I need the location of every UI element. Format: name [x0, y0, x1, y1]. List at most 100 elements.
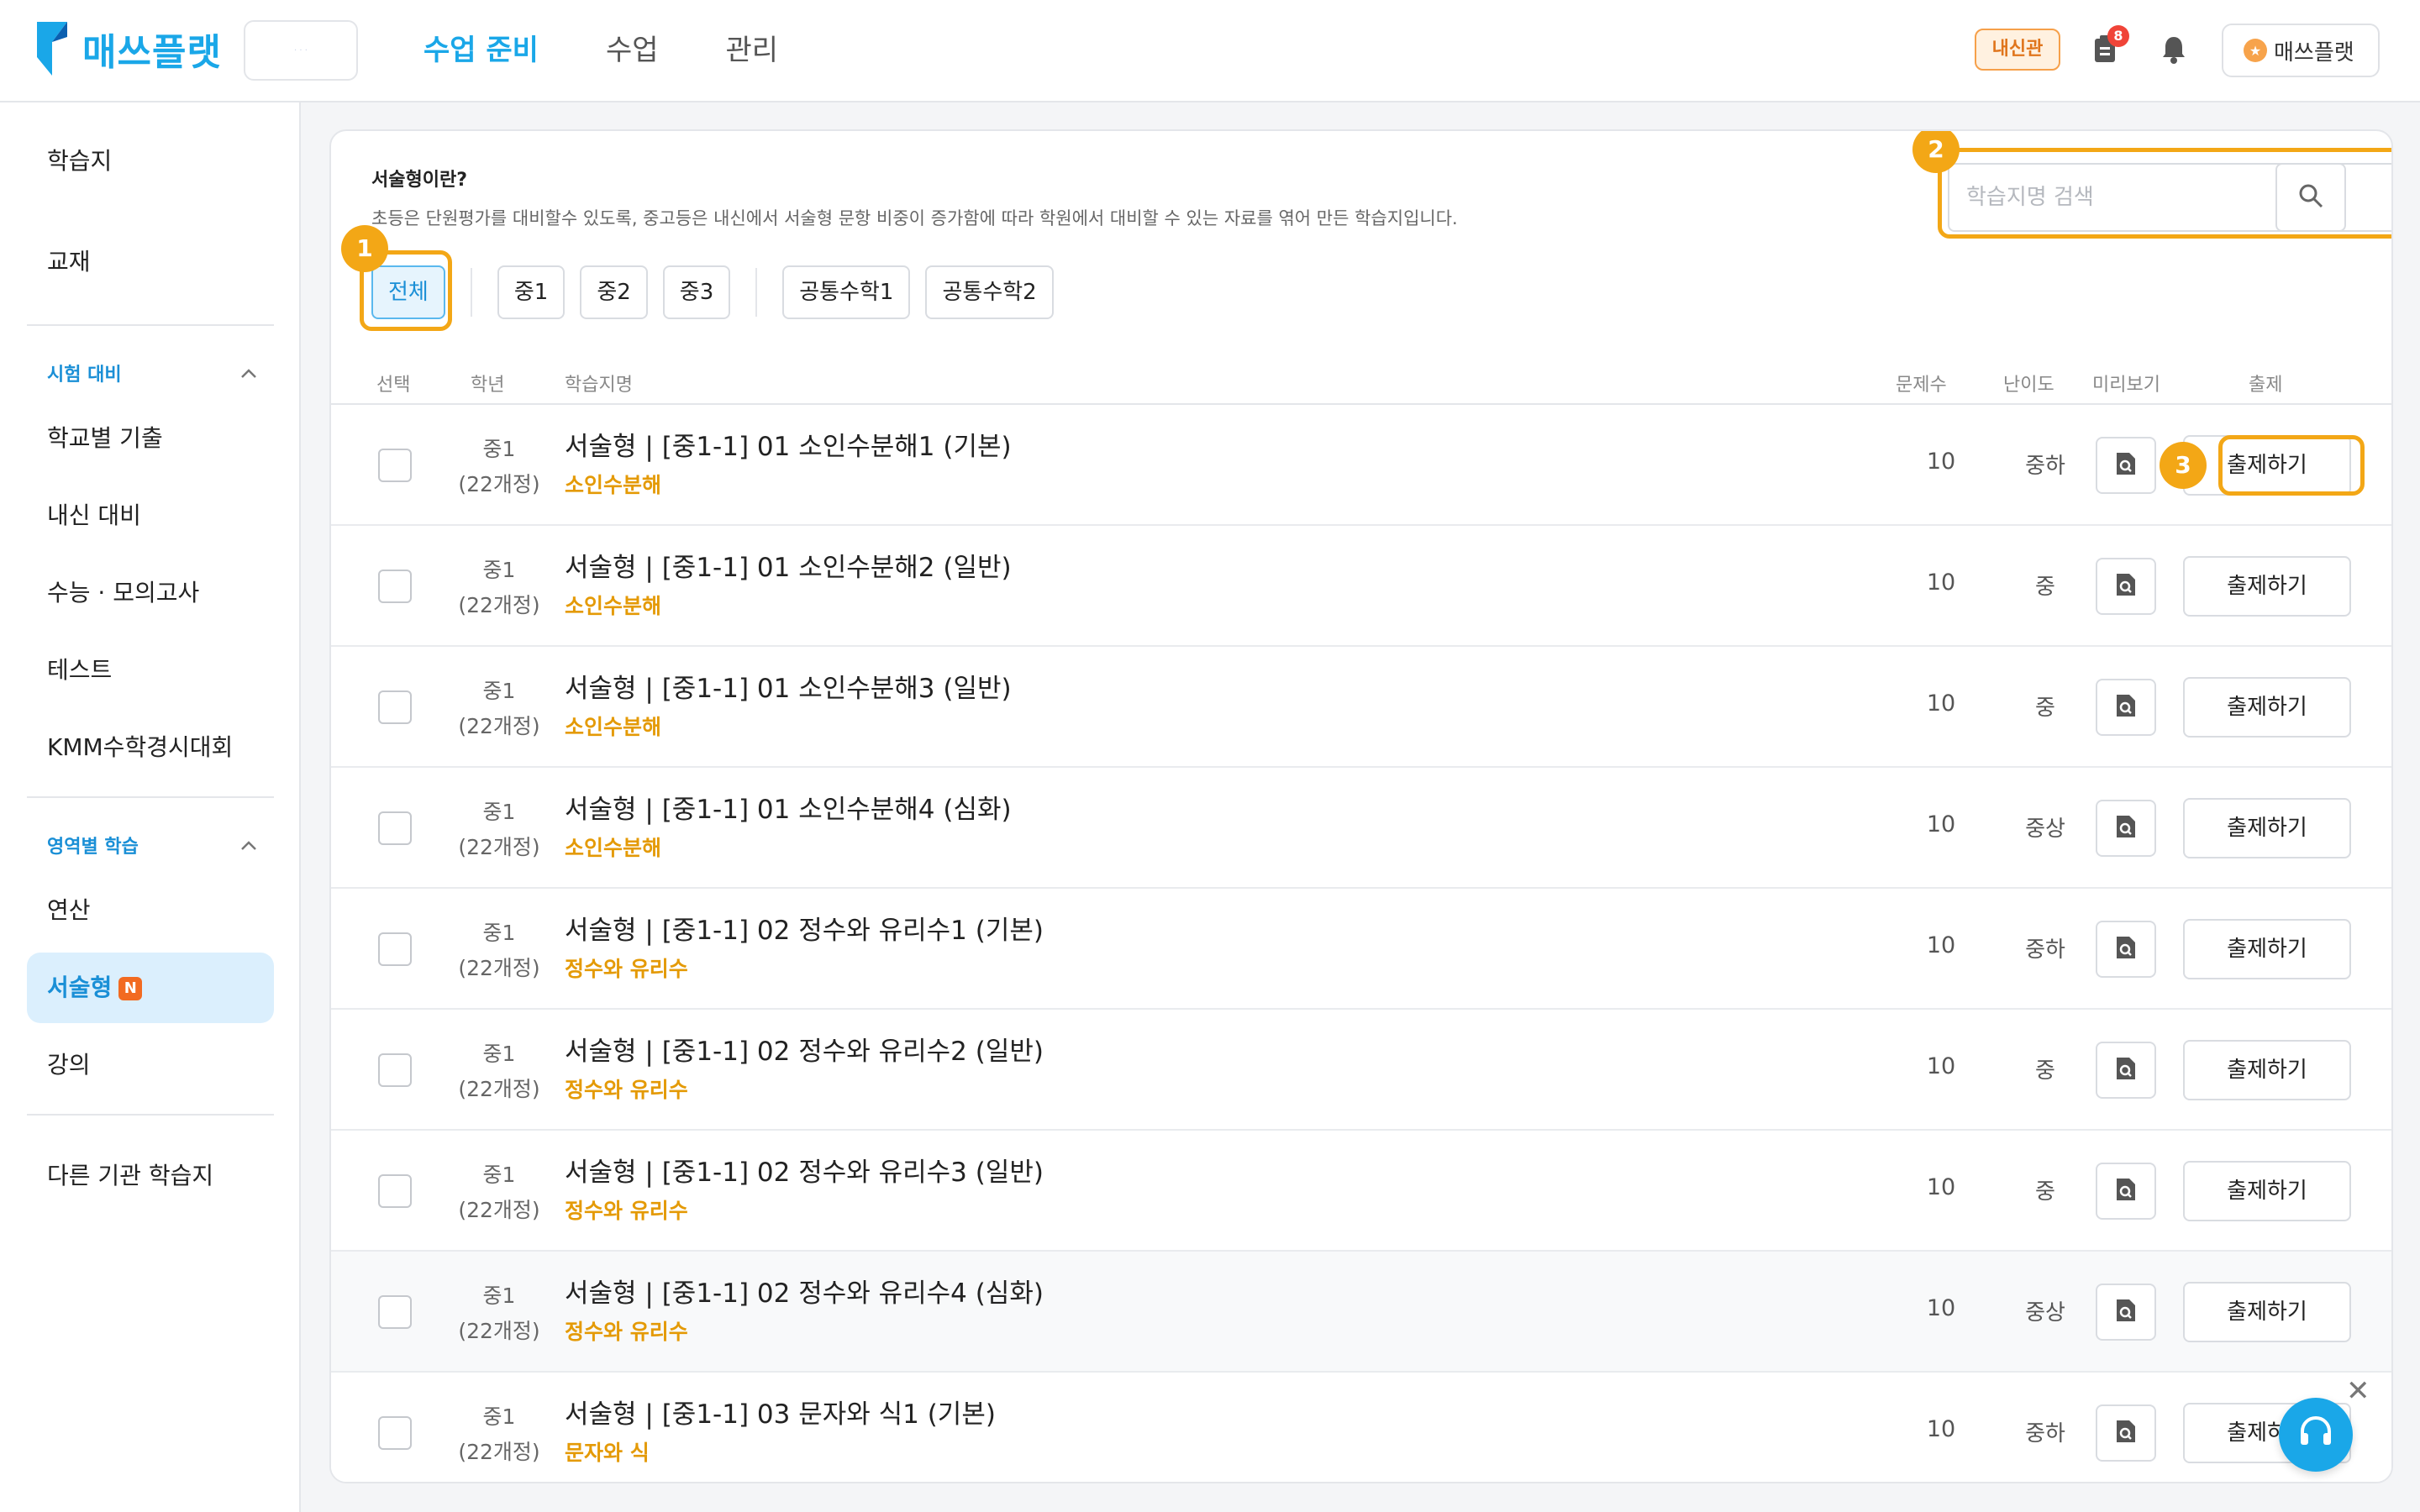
row-checkbox[interactable] [378, 811, 412, 845]
assign-button[interactable]: 출제하기 [2183, 1040, 2351, 1100]
filter-bar: 전체 중1 중2 중3 공통수학1 공통수학2 [371, 265, 1069, 319]
worksheet-panel: 서술형이란? 초등은 단원평가를 대비할수 있도록, 중고등은 내신에서 서술형… [329, 129, 2393, 1483]
row-title[interactable]: 서술형 | [중1-1] 02 정수와 유리수3 (일반) [565, 1151, 1044, 1189]
col-select: 선택 [376, 375, 411, 396]
sidebar-item-mock-exam[interactable]: 수능 · 모의고사 [27, 558, 274, 628]
sidebar-item-textbook[interactable]: 교재 [27, 227, 274, 297]
sidebar-item-calc[interactable]: 연산 [27, 875, 274, 946]
row-count: 10 [1926, 932, 1956, 958]
callout-highlight-3 [2218, 435, 2365, 496]
table-row[interactable]: 중1 (22개정) 서술형 | [중1-1] 01 소인수분해4 (심화) 소인수… [331, 768, 2391, 889]
preview-button[interactable] [2096, 679, 2156, 736]
col-count: 문제수 [1896, 375, 1947, 396]
row-title[interactable]: 서술형 | [중1-1] 02 정수와 유리수4 (심화) [565, 1272, 1044, 1310]
row-title[interactable]: 서술형 | [중1-1] 02 정수와 유리수2 (일반) [565, 1030, 1044, 1068]
row-level: 중 [2035, 696, 2055, 721]
document-notification-button[interactable]: 8 [2084, 25, 2129, 72]
sidebar-item-kmm[interactable]: KMM수학경시대회 [27, 712, 274, 783]
row-count: 10 [1926, 811, 1956, 837]
sidebar-group-domain[interactable]: 영역별 학습 [47, 828, 257, 862]
preview-button[interactable] [2096, 1284, 2156, 1341]
row-title[interactable]: 서술형 | [중1-1] 01 소인수분해2 (일반) [565, 546, 1012, 584]
sidebar-item-naesin[interactable]: 내신 대비 [27, 480, 274, 551]
sidebar-item-descriptive[interactable]: 서술형 N [27, 953, 274, 1023]
preview-icon [2115, 451, 2137, 480]
row-title[interactable]: 서술형 | [중1-1] 01 소인수분해4 (심화) [565, 788, 1012, 826]
table-row[interactable]: 중1 (22개정) 서술형 | [중1-1] 02 정수와 유리수4 (심화) 정… [331, 1252, 2391, 1373]
assign-button[interactable]: 출제하기 [2183, 1282, 2351, 1342]
filter-grade-1[interactable]: 중1 [497, 265, 566, 319]
table-row[interactable]: 중1 (22개정) 서술형 | [중1-1] 01 소인수분해2 (일반) 소인수… [331, 526, 2391, 647]
preview-icon [2115, 572, 2137, 601]
preview-button[interactable] [2096, 558, 2156, 615]
row-topic: 소인수분해 [565, 473, 662, 497]
assign-button[interactable]: 출제하기 [2183, 798, 2351, 858]
col-level: 난이도 [2003, 375, 2054, 396]
preview-button[interactable] [2096, 1042, 2156, 1099]
bell-button[interactable] [2153, 30, 2195, 72]
filter-common-math-1[interactable]: 공통수학1 [782, 265, 911, 319]
nav-item-class[interactable]: 수업 [606, 25, 659, 76]
brand-name: 매쓰플랫 [82, 31, 222, 74]
row-count: 10 [1926, 1295, 1956, 1321]
naesin-badge[interactable]: 내신관 [1975, 29, 2060, 71]
preview-icon [2115, 693, 2137, 722]
row-grade: 중1 (22개정) [458, 921, 540, 980]
sidebar-item-test[interactable]: 테스트 [27, 635, 274, 706]
row-checkbox[interactable] [378, 449, 412, 482]
row-topic: 정수와 유리수 [565, 1078, 688, 1102]
user-menu-button[interactable]: ★ 매쓰플랫 [2222, 24, 2380, 77]
nav-item-manage[interactable]: 관리 [726, 25, 779, 76]
preview-button[interactable] [2096, 921, 2156, 978]
row-grade: 중1 (22개정) [458, 1042, 540, 1101]
row-checkbox[interactable] [378, 690, 412, 724]
row-title[interactable]: 서술형 | [중1-1] 03 문자와 식1 (기본) [565, 1393, 996, 1431]
table-row[interactable]: 중1 (22개정) 서술형 | [중1-1] 02 정수와 유리수2 (일반) 정… [331, 1010, 2391, 1131]
table-row[interactable]: 중1 (22개정) 서술형 | [중1-1] 03 문자와 식1 (기본) 문자와… [331, 1373, 2391, 1482]
close-icon[interactable]: ✕ [2346, 1374, 2370, 1408]
preview-button[interactable] [2096, 1404, 2156, 1462]
sidebar-group-exam[interactable]: 시험 대비 [47, 356, 257, 390]
preview-icon [2115, 935, 2137, 963]
sidebar-item-other-org[interactable]: 다른 기관 학습지 [27, 1141, 274, 1211]
row-title[interactable]: 서술형 | [중1-1] 02 정수와 유리수1 (기본) [565, 909, 1044, 947]
row-grade: 중1 (22개정) [458, 1284, 540, 1343]
table-row[interactable]: 중1 (22개정) 서술형 | [중1-1] 01 소인수분해1 (기본) 소인수… [331, 405, 2391, 526]
row-grade: 중1 (22개정) [458, 679, 540, 738]
brand-logo[interactable]: 매쓰플랫 [37, 22, 222, 76]
row-checkbox[interactable] [378, 1053, 412, 1087]
row-checkbox[interactable] [378, 1295, 412, 1329]
assign-button[interactable]: 출제하기 [2183, 556, 2351, 617]
filter-grade-3[interactable]: 중3 [662, 265, 731, 319]
row-level: 중 [2035, 1179, 2055, 1205]
filter-common-math-2[interactable]: 공통수학2 [925, 265, 1054, 319]
row-level: 중하 [2025, 937, 2065, 963]
user-name: 매쓰플랫 [2274, 39, 2354, 66]
preview-button[interactable] [2096, 1163, 2156, 1220]
assign-button[interactable]: 출제하기 [2183, 677, 2351, 738]
row-checkbox[interactable] [378, 570, 412, 603]
callout-number-3: 3 [2160, 442, 2207, 489]
assign-button[interactable]: 출제하기 [2183, 919, 2351, 979]
preview-button[interactable] [2096, 800, 2156, 857]
sidebar-item-lecture[interactable]: 강의 [27, 1030, 274, 1100]
assign-button[interactable]: 출제하기 [2183, 1161, 2351, 1221]
help-chat-button[interactable] [2279, 1398, 2353, 1472]
row-title[interactable]: 서술형 | [중1-1] 01 소인수분해1 (기본) [565, 425, 1012, 463]
table-row[interactable]: 중1 (22개정) 서술형 | [중1-1] 01 소인수분해3 (일반) 소인수… [331, 647, 2391, 768]
row-grade: 중1 (22개정) [458, 1163, 540, 1222]
table-row[interactable]: 중1 (22개정) 서술형 | [중1-1] 02 정수와 유리수1 (기본) 정… [331, 889, 2391, 1010]
table-row[interactable]: 중1 (22개정) 서술형 | [중1-1] 02 정수와 유리수3 (일반) 정… [331, 1131, 2391, 1252]
preview-button[interactable] [2096, 437, 2156, 494]
col-preview: 미리보기 [2092, 375, 2160, 396]
row-checkbox[interactable] [378, 932, 412, 966]
sidebar-item-school-exam[interactable]: 학교별 기출 [27, 403, 274, 474]
sidebar-item-worksheet[interactable]: 학습지 [27, 126, 274, 197]
row-title[interactable]: 서술형 | [중1-1] 01 소인수분해3 (일반) [565, 667, 1012, 705]
nav-item-class-prep[interactable]: 수업 준비 [424, 25, 539, 76]
row-checkbox[interactable] [378, 1174, 412, 1208]
row-checkbox[interactable] [378, 1416, 412, 1450]
filter-grade-2[interactable]: 중2 [580, 265, 648, 319]
row-count: 10 [1926, 690, 1956, 717]
row-level: 중상 [2025, 1300, 2065, 1326]
